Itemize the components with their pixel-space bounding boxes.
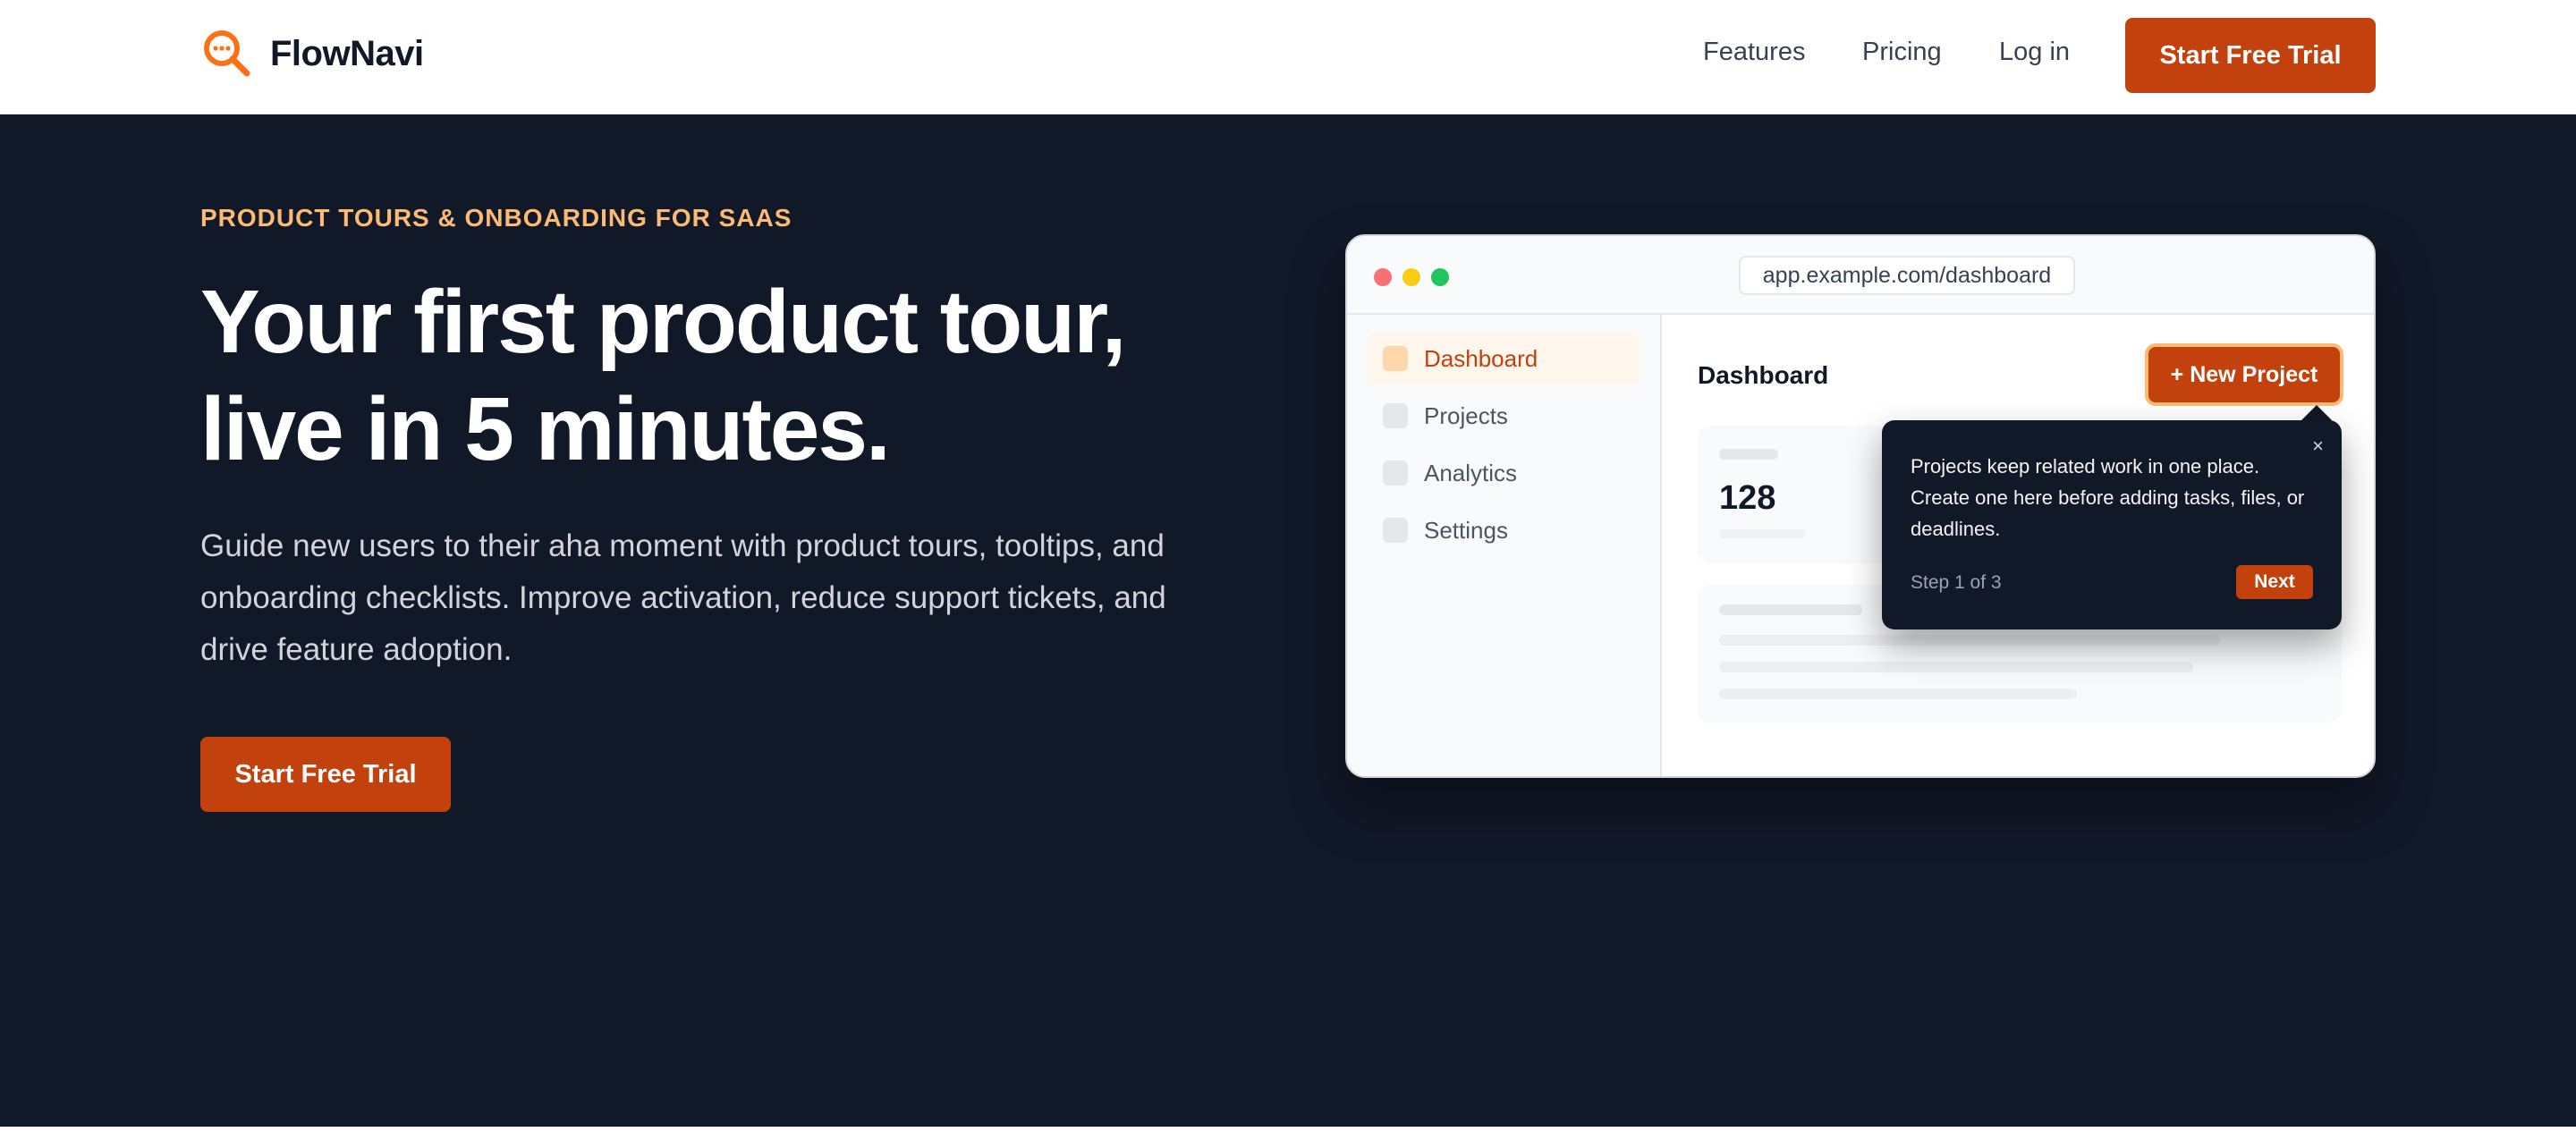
landing-page: FlowNavi Features Pricing Log in Start F…: [0, 0, 2576, 1132]
brand-name: FlowNavi: [270, 33, 424, 73]
hero-subtext: Guide new users to their aha moment with…: [200, 528, 1166, 667]
mockup-sidebar-label: Dashboard: [1424, 344, 1538, 372]
product-tour-tooltip: × Projects keep related work in one plac…: [1882, 420, 2342, 629]
brand-logo[interactable]: FlowNavi: [200, 27, 424, 80]
mockup-stat-value: 128: [1719, 479, 1776, 517]
tooltip-step-counter: Step 1 of 3: [1911, 572, 2002, 593]
mockup-page-title: Dashboard: [1698, 361, 1829, 389]
header-start-trial-button[interactable]: Start Free Trial: [2125, 18, 2376, 93]
hero-headline: Your first product tour, live in 5 minut…: [200, 268, 1274, 483]
hero-eyebrow: PRODUCT TOURS & ONBOARDING FOR SAAS: [200, 204, 792, 232]
placeholder-line: [1719, 449, 1778, 460]
hero-headline-line1: Your first product tour,: [200, 272, 1126, 372]
mockup-sidebar-label: Analytics: [1424, 459, 1518, 486]
mockup-sidebar-item-projects: Projects: [1367, 390, 1640, 442]
window-close-dot: [1374, 268, 1392, 286]
mockup-url-bar: app.example.com/dashboard: [1739, 256, 2075, 295]
mockup-sidebar-label: Projects: [1424, 401, 1508, 429]
placeholder-line: [1719, 662, 2193, 672]
placeholder-line: [1719, 604, 1862, 615]
mockup-new-project-button: + New Project: [2148, 347, 2340, 402]
hero-headline-line2: live in 5 minutes.: [200, 379, 891, 479]
placeholder-line: [1719, 688, 2077, 699]
search-chat-logo-icon: [204, 30, 250, 77]
placeholder-line: [1719, 529, 1805, 538]
window-maximize-dot: [1431, 268, 1449, 286]
tooltip-body: Projects keep related work in one place.…: [1911, 455, 2305, 540]
settings-icon: [1383, 518, 1408, 543]
placeholder-line: [1719, 635, 2220, 646]
nav-link-pricing[interactable]: Pricing: [1862, 38, 1942, 67]
mockup-sidebar-item-dashboard: Dashboard: [1367, 333, 1640, 384]
dashboard-icon: [1383, 346, 1408, 371]
analytics-icon: [1383, 460, 1408, 486]
mockup-sidebar-label: Settings: [1424, 516, 1508, 544]
tooltip-next-button[interactable]: Next: [2236, 565, 2313, 599]
window-minimize-dot: [1402, 268, 1420, 286]
nav-link-login[interactable]: Log in: [1999, 38, 2070, 67]
hero-start-trial-button[interactable]: Start Free Trial: [200, 737, 451, 812]
mockup-sidebar: Dashboard Projects Analytics Settings: [1347, 315, 1662, 776]
mockup-sidebar-item-settings: Settings: [1367, 504, 1640, 556]
nav-link-features[interactable]: Features: [1703, 38, 1805, 67]
mockup-browser-chrome: app.example.com/dashboard: [1347, 236, 2374, 315]
product-mockup-window: app.example.com/dashboard Dashboard Proj…: [1345, 234, 2376, 778]
site-header: FlowNavi Features Pricing Log in Start F…: [0, 0, 2576, 114]
projects-icon: [1383, 403, 1408, 428]
mockup-sidebar-item-analytics: Analytics: [1367, 447, 1640, 499]
